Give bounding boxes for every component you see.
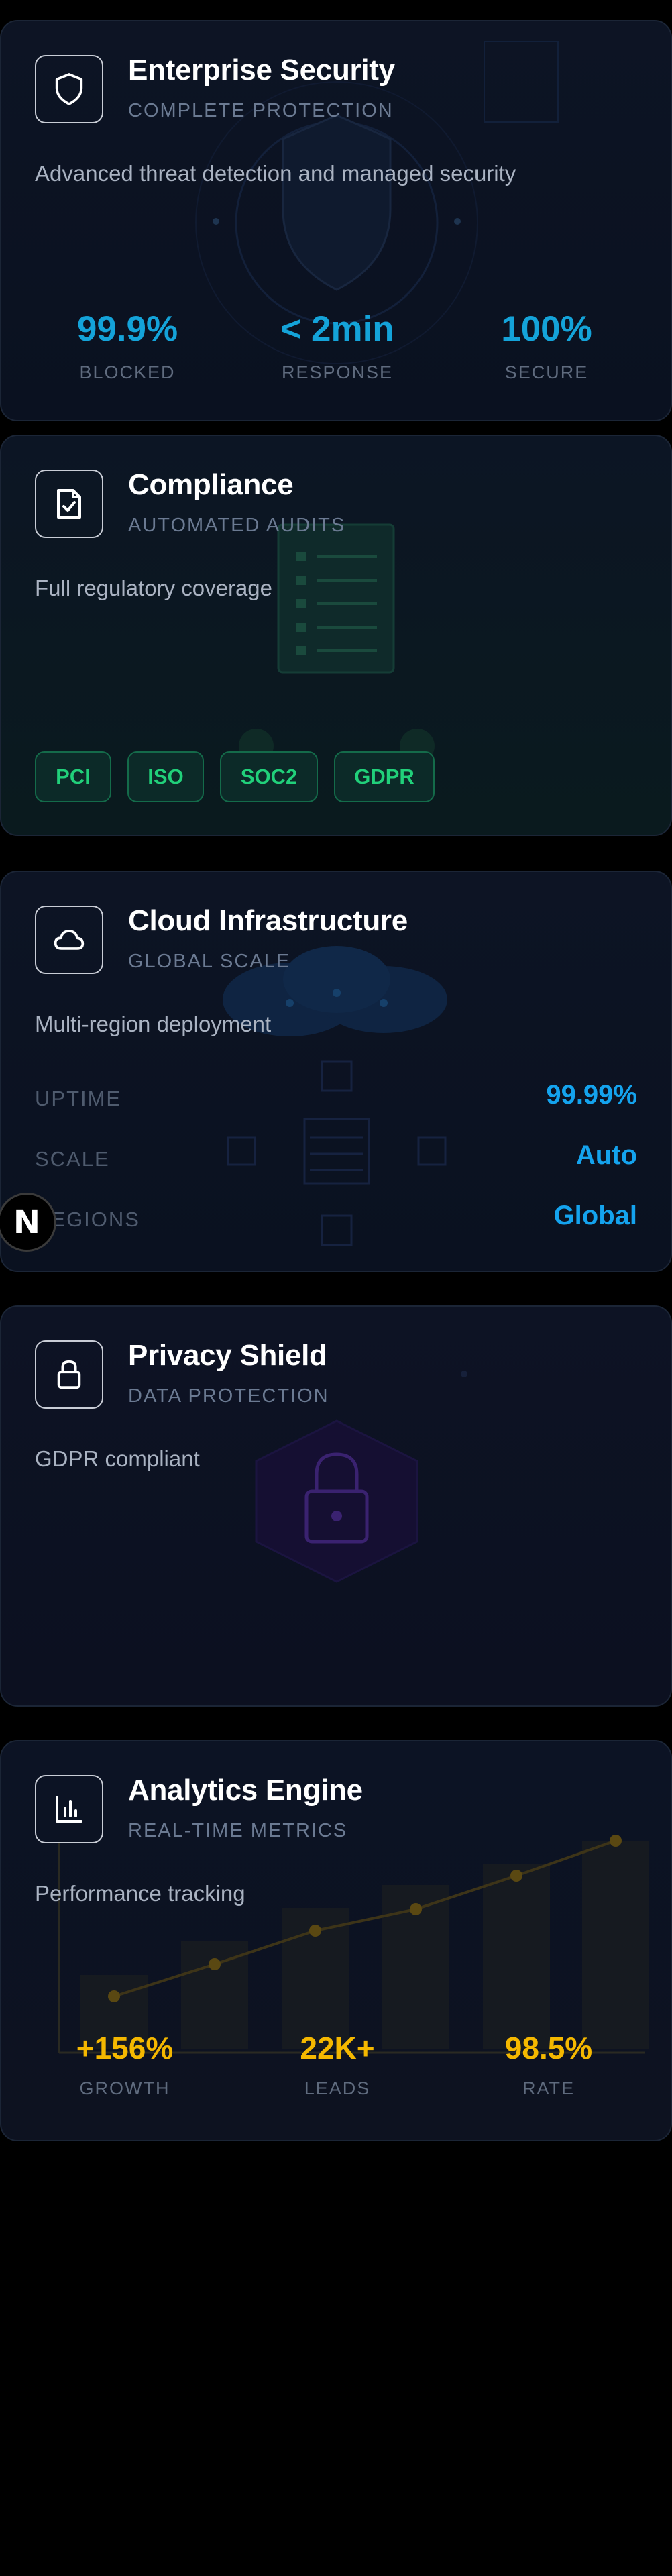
card-subtitle: AUTOMATED AUDITS (128, 515, 346, 536)
stat-response-label: RESPONSE (281, 362, 394, 382)
card-description: Full regulatory coverage (35, 576, 273, 600)
scale-label: SCALE (35, 1147, 110, 1171)
stat-leads-label: LEADS (304, 2078, 371, 2098)
stat-rate-value: 98.5% (504, 2031, 593, 2065)
card-title: Privacy Shield (128, 1339, 327, 1372)
card-description: Advanced threat detection and managed se… (35, 161, 516, 186)
badge-soc2: SOC2 (220, 751, 318, 802)
enterprise-security-card[interactable]: Enterprise Security COMPLETE PROTECTION … (0, 20, 672, 421)
uptime-label: UPTIME (35, 1087, 122, 1110)
card-subtitle: DATA PROTECTION (128, 1385, 329, 1407)
card-title: Analytics Engine (128, 1774, 363, 1807)
stat-growth-value: +156% (76, 2031, 174, 2065)
badge-pci: PCI (35, 751, 111, 802)
card-description: Multi-region deployment (35, 1012, 272, 1036)
cloud-icon-box (35, 906, 103, 974)
card-description: GDPR compliant (35, 1446, 200, 1471)
lock-icon (57, 1360, 81, 1389)
stat-leads-value: 22K+ (300, 2031, 375, 2065)
card-title: Enterprise Security (128, 54, 395, 87)
stat-rate-label: RATE (522, 2078, 575, 2098)
card-title: Cloud Infrastructure (128, 904, 408, 937)
stat-blocked-label: BLOCKED (79, 362, 176, 382)
badge-gdpr: GDPR (334, 751, 435, 802)
floating-n-button[interactable]: N (0, 1193, 56, 1252)
stat-growth-label: GROWTH (79, 2078, 170, 2098)
badge-iso: ISO (127, 751, 204, 802)
scale-value: Auto (575, 1140, 637, 1170)
uptime-value: 99.99% (546, 1080, 637, 1110)
shield-icon (55, 73, 83, 105)
lock-icon-box (35, 1340, 103, 1409)
compliance-card[interactable]: Compliance AUTOMATED AUDITS Full regulat… (0, 435, 672, 836)
card-subtitle: COMPLETE PROTECTION (128, 100, 394, 121)
regions-value: Global (553, 1201, 637, 1230)
stat-blocked-value: 99.9% (76, 309, 178, 349)
card-subtitle: REAL-TIME METRICS (128, 1820, 348, 1841)
cloud-icon (54, 930, 85, 950)
n-logo-icon: N (13, 1203, 41, 1241)
bar-chart-icon-box (35, 1775, 103, 1843)
privacy-shield-card[interactable]: Privacy Shield DATA PROTECTION GDPR comp… (0, 1305, 672, 1707)
bar-chart-icon (56, 1796, 82, 1823)
analytics-engine-card[interactable]: Analytics Engine REAL-TIME METRICS Perfo… (0, 1740, 672, 2141)
stat-secure-label: SECURE (504, 362, 589, 382)
card-subtitle: GLOBAL SCALE (128, 951, 291, 972)
file-check-icon (57, 489, 81, 519)
stat-secure-value: 100% (501, 309, 592, 349)
file-check-icon-box (35, 470, 103, 538)
stat-response-value: < 2min (280, 309, 394, 349)
shield-icon-box (35, 55, 103, 123)
card-description: Performance tracking (35, 1881, 245, 1906)
cloud-infrastructure-card[interactable]: Cloud Infrastructure GLOBAL SCALE Multi-… (0, 871, 672, 1272)
card-title: Compliance (128, 468, 294, 501)
